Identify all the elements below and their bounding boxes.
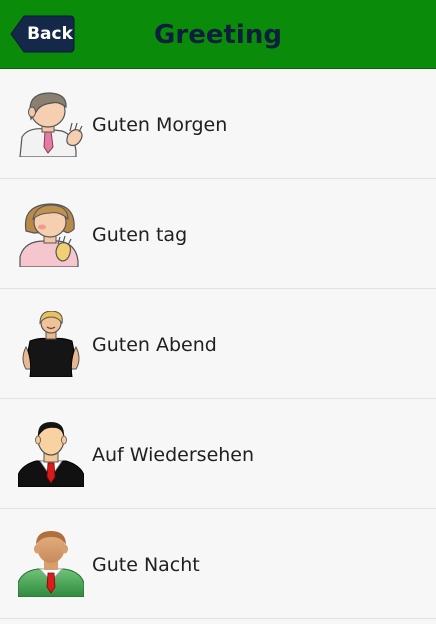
greeting-item-auf-wiedersehen[interactable]: Auf Wiedersehen [0, 399, 436, 509]
greeting-item-guten-morgen[interactable]: Guten Morgen [0, 69, 436, 179]
back-button-label: Back [27, 24, 73, 44]
greeting-label: Guten Morgen [92, 114, 228, 136]
header-bar: Greeting Back [0, 0, 436, 69]
greeting-list: Guten Morgen Guten tag Guten Abend Auf W… [0, 69, 436, 619]
greeting-label: Guten tag [92, 224, 188, 246]
man-green-shirt-icon [17, 531, 85, 598]
greeting-item-guten-abend[interactable]: Guten Abend [0, 289, 436, 399]
greeting-label: Guten Abend [92, 334, 217, 356]
app-screen: Greeting Back Guten Morgen Guten tag Gut… [0, 0, 436, 624]
woman-waving-icon [18, 201, 84, 268]
man-waving-icon [18, 91, 84, 158]
greeting-item-guten-tag[interactable]: Guten tag [0, 179, 436, 289]
woman-black-dress-icon [18, 310, 84, 378]
greeting-label: Auf Wiedersehen [92, 444, 255, 466]
back-button[interactable]: Back [10, 15, 75, 53]
man-suit-icon [17, 421, 85, 488]
greeting-label: Gute Nacht [92, 554, 200, 576]
greeting-item-gute-nacht[interactable]: Gute Nacht [0, 509, 436, 619]
